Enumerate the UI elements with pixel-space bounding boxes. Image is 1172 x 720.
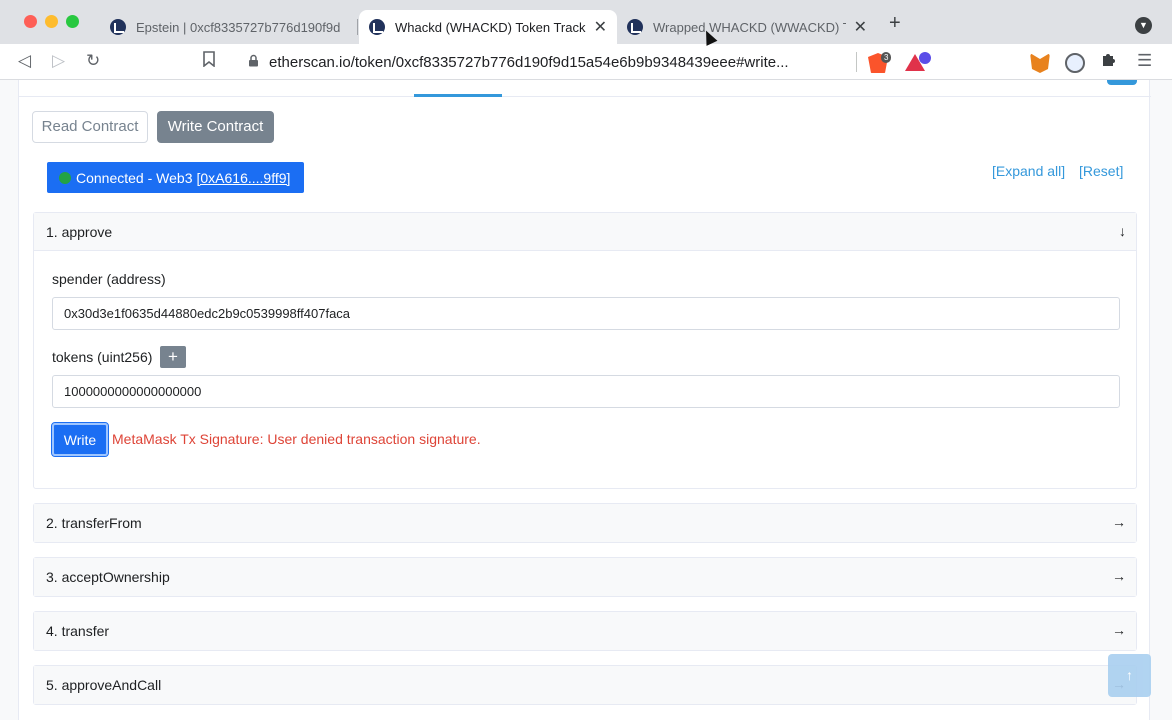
browser-tab-strip: Epstein | 0xcf8335727b776d190f9d Whackd …	[0, 0, 1172, 44]
window-zoom-button[interactable]	[66, 15, 79, 28]
function-approve: 1. approve ↓ spender (address) 0x30d3e1f…	[33, 212, 1137, 489]
connected-status-dot	[59, 171, 71, 184]
function-transferfrom[interactable]: 2. transferFrom →	[33, 503, 1137, 543]
web3-connected-badge[interactable]: Connected - Web3 [0xA616....9ff9]	[47, 162, 304, 193]
tab-wrapped-whackd[interactable]: Wrapped WHACKD (WWACKD) Token ✕	[617, 10, 877, 44]
tab-title: Wrapped WHACKD (WWACKD) Token	[653, 19, 846, 35]
scroll-to-top-button[interactable]: ↑	[1108, 654, 1151, 697]
function-title: 2. transferFrom	[46, 515, 142, 531]
expand-arrow-icon[interactable]: →	[1112, 514, 1126, 530]
tab-close-icon[interactable]: ✕	[594, 17, 607, 37]
reload-icon[interactable]: ↻	[86, 51, 100, 71]
write-contract-button[interactable]: Write Contract	[157, 111, 274, 143]
back-icon[interactable]: ◁	[18, 51, 31, 71]
spender-input[interactable]: 0x30d3e1f0635d44880edc2b9c0539998ff407fa…	[52, 297, 1120, 330]
brave-shields-badge: 3	[881, 52, 892, 63]
active-tab-indicator	[414, 94, 502, 97]
function-header[interactable]: 4. transfer →	[34, 612, 1136, 650]
tokens-label: tokens (uint256)	[52, 349, 153, 365]
address-bar[interactable]: etherscan.io/token/0xcf8335727b776d190f9…	[236, 48, 856, 76]
toolbar-divider	[856, 52, 857, 72]
new-tab-button[interactable]: +	[889, 12, 901, 35]
function-title: 5. approveAndCall	[46, 677, 162, 693]
function-transfer[interactable]: 4. transfer →	[33, 611, 1137, 651]
connected-address-link[interactable]: [0xA616....9ff9]	[196, 170, 290, 186]
function-title: 4. transfer	[46, 623, 110, 639]
tab-whackd[interactable]: Whackd (WHACKD) Token Tracker ✕	[359, 10, 617, 44]
tokens-input[interactable]: 1000000000000000000	[52, 375, 1120, 408]
tab-epstein[interactable]: Epstein | 0xcf8335727b776d190f9d	[100, 10, 356, 44]
forward-icon[interactable]: ▷	[52, 51, 65, 71]
tab-nav-rule	[19, 96, 1151, 97]
rewards-verified-icon	[919, 52, 931, 64]
page-content: Read Contract Write Contract Connected -…	[0, 80, 1172, 720]
connected-label: Connected - Web3	[76, 169, 193, 186]
function-approveandcall[interactable]: 5. approveAndCall →	[33, 665, 1137, 705]
window-minimize-button[interactable]	[45, 15, 58, 28]
browser-toolbar: ◁ ▷ ↻ etherscan.io/token/0xcf8335727b776…	[0, 44, 1172, 80]
tab-search-icon[interactable]: ▼	[1135, 17, 1152, 34]
menu-icon[interactable]: ☰	[1137, 51, 1152, 71]
metamask-fox-icon[interactable]	[1030, 53, 1050, 73]
window-close-button[interactable]	[24, 15, 37, 28]
expand-arrow-icon[interactable]: →	[1112, 568, 1126, 584]
expand-all-link[interactable]: [Expand all]	[992, 163, 1065, 179]
etherscan-favicon-icon	[110, 19, 126, 35]
write-button[interactable]: Write	[51, 422, 109, 457]
function-header[interactable]: 1. approve ↓	[34, 213, 1136, 251]
tab-close-icon[interactable]: ✕	[854, 17, 867, 37]
header-button-edge	[1107, 80, 1137, 85]
tab-title: Whackd (WHACKD) Token Tracker	[395, 19, 586, 35]
bookmark-icon[interactable]	[203, 51, 215, 72]
error-message: MetaMask Tx Signature: User denied trans…	[112, 431, 481, 447]
spender-label: spender (address)	[52, 271, 166, 287]
function-header[interactable]: 3. acceptOwnership →	[34, 558, 1136, 596]
collapse-arrow-icon[interactable]: ↓	[1119, 223, 1126, 239]
function-acceptownership[interactable]: 3. acceptOwnership →	[33, 557, 1137, 597]
tab-title: Epstein | 0xcf8335727b776d190f9d	[136, 19, 341, 35]
etherscan-favicon-icon	[627, 19, 643, 35]
function-header[interactable]: 5. approveAndCall →	[34, 666, 1136, 704]
tab-separator	[357, 19, 358, 35]
expand-arrow-icon[interactable]: →	[1112, 622, 1126, 638]
read-contract-button[interactable]: Read Contract	[32, 111, 148, 143]
function-header[interactable]: 2. transferFrom →	[34, 504, 1136, 542]
tokens-add-decimals-button[interactable]: +	[160, 346, 186, 368]
reset-link[interactable]: [Reset]	[1079, 163, 1123, 179]
lock-icon[interactable]	[248, 54, 259, 70]
etherscan-favicon-icon	[369, 19, 385, 35]
extension-circle-icon[interactable]	[1065, 53, 1085, 73]
function-title: 1. approve	[46, 223, 113, 240]
extensions-puzzle-icon[interactable]	[1100, 51, 1117, 73]
function-title: 3. acceptOwnership	[46, 569, 170, 585]
url-text[interactable]: etherscan.io/token/0xcf8335727b776d190f9…	[269, 54, 789, 71]
